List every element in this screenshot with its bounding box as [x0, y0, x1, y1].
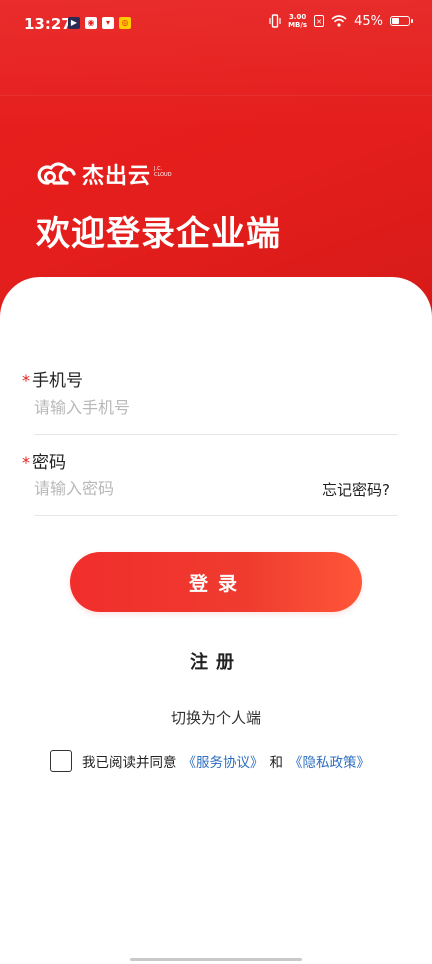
- login-button[interactable]: 登录: [70, 552, 362, 612]
- vibrate-icon: [269, 14, 281, 28]
- brand-sub: J.C. CLOUD: [154, 166, 172, 178]
- agreement-conjunction: 和: [269, 755, 284, 771]
- register-button[interactable]: 注册: [0, 648, 432, 674]
- battery-cap: [411, 19, 413, 23]
- privacy-policy-link[interactable]: 《隐私政策》: [289, 751, 370, 771]
- phone-label-text: 手机号: [32, 371, 83, 391]
- battery-fill: [392, 18, 399, 24]
- status-indicators: 3.00 MB/s ✕ 45%: [269, 13, 413, 29]
- phone-input[interactable]: [34, 392, 398, 422]
- sim-icon: ✕: [314, 15, 325, 27]
- status-bar: 13:27 ▶ ◉ ▾ ◎ 3.00 MB/s ✕ 45%: [0, 0, 432, 50]
- home-indicator[interactable]: [130, 958, 302, 961]
- required-mark: *: [22, 371, 30, 390]
- agreement-prefix: 我已阅读并同意: [82, 755, 177, 771]
- password-label: * 密码: [22, 448, 66, 473]
- password-divider: [34, 515, 398, 516]
- video-app-icon: ▶: [68, 17, 80, 29]
- cloud-logo-icon: [37, 162, 76, 185]
- network-speed-value: 3.00: [288, 13, 307, 21]
- agreement-checkbox[interactable]: [50, 750, 72, 772]
- status-time: 13:27: [24, 15, 72, 33]
- wifi-icon: [331, 15, 347, 27]
- network-speed: 3.00 MB/s: [288, 13, 307, 29]
- required-mark: *: [22, 453, 30, 472]
- brand-sub-line2: CLOUD: [154, 172, 172, 178]
- brand-logo: 杰出云 J.C. CLOUD: [36, 158, 172, 190]
- battery-icon: [390, 16, 413, 26]
- switch-personal-link[interactable]: 切换为个人端: [0, 707, 432, 728]
- battery-percent: 45%: [354, 13, 383, 29]
- shopping-app-icon: ◎: [119, 17, 131, 29]
- login-card: *手机号 *密码 忘记密码? 登录 注册 切换为个人端 我已阅读并同意 《服务协…: [0, 277, 432, 964]
- page-title: 欢迎登录企业端: [36, 214, 281, 254]
- forgot-password-link[interactable]: 忘记密码?: [322, 479, 390, 500]
- mail-app-icon: ▾: [102, 17, 114, 29]
- phone-divider: [34, 434, 398, 435]
- app-notification-icon: ◉: [85, 17, 97, 29]
- service-agreement-link[interactable]: 《服务协议》: [183, 751, 264, 771]
- agreement-row: 我已阅读并同意 《服务协议》 和 《隐私政策》: [50, 750, 370, 772]
- password-label-text: 密码: [32, 453, 66, 473]
- phone-label: * 手机号: [22, 366, 83, 391]
- network-speed-unit: MB/s: [288, 21, 308, 29]
- banner-line: [0, 95, 432, 96]
- password-input[interactable]: [34, 473, 304, 503]
- notification-icons: ▶ ◉ ▾ ◎: [68, 17, 131, 29]
- brand-name: 杰出云: [82, 164, 152, 189]
